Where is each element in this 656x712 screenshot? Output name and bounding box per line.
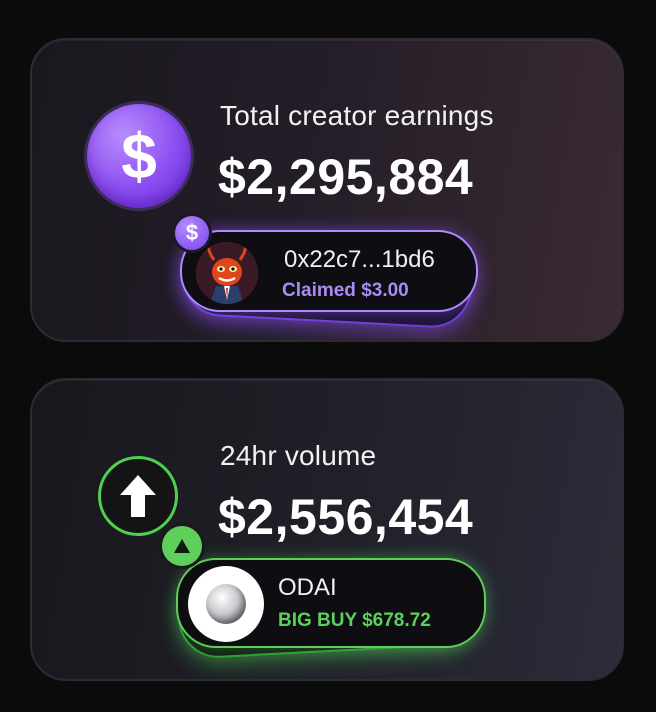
dollar-icon: $ [87,104,191,208]
creator-address: 0x22c7...1bd6 [284,246,435,273]
volume-activity: ODAI BIG BUY $678.72 [162,526,492,674]
token-avatar [188,566,264,642]
earnings-activity: 0x22c7...1bd6 Claimed $3.00 $ [175,216,480,336]
earnings-activity-pill[interactable]: 0x22c7...1bd6 Claimed $3.00 [180,230,478,312]
stats-panel: $ Total creator earnings $2,295,884 0x22… [0,0,656,712]
creator-avatar [196,242,258,304]
earnings-title: Total creator earnings [220,100,494,131]
volume-title: 24hr volume [220,440,377,471]
triangle-up-icon [162,526,202,566]
volume-card: 24hr volume $2,556,454 ODAI BIG BUY $678… [30,378,624,681]
mini-dollar-icon: $ [175,216,209,250]
lobster-avatar-icon [196,242,258,304]
triangle-glyph-icon [174,539,190,553]
arrow-up-glyph-icon [120,475,156,517]
arrow-up-icon [98,456,178,536]
token-name: ODAI [278,574,337,601]
creator-earnings-card: $ Total creator earnings $2,295,884 0x22… [30,38,624,342]
token-sphere-icon [206,584,246,624]
earnings-value: $2,295,884 [218,149,474,205]
claim-status: Claimed $3.00 [282,280,409,301]
volume-value: $2,556,454 [218,489,474,545]
volume-activity-pill[interactable]: ODAI BIG BUY $678.72 [176,558,486,648]
buy-status: BIG BUY $678.72 [278,610,431,631]
